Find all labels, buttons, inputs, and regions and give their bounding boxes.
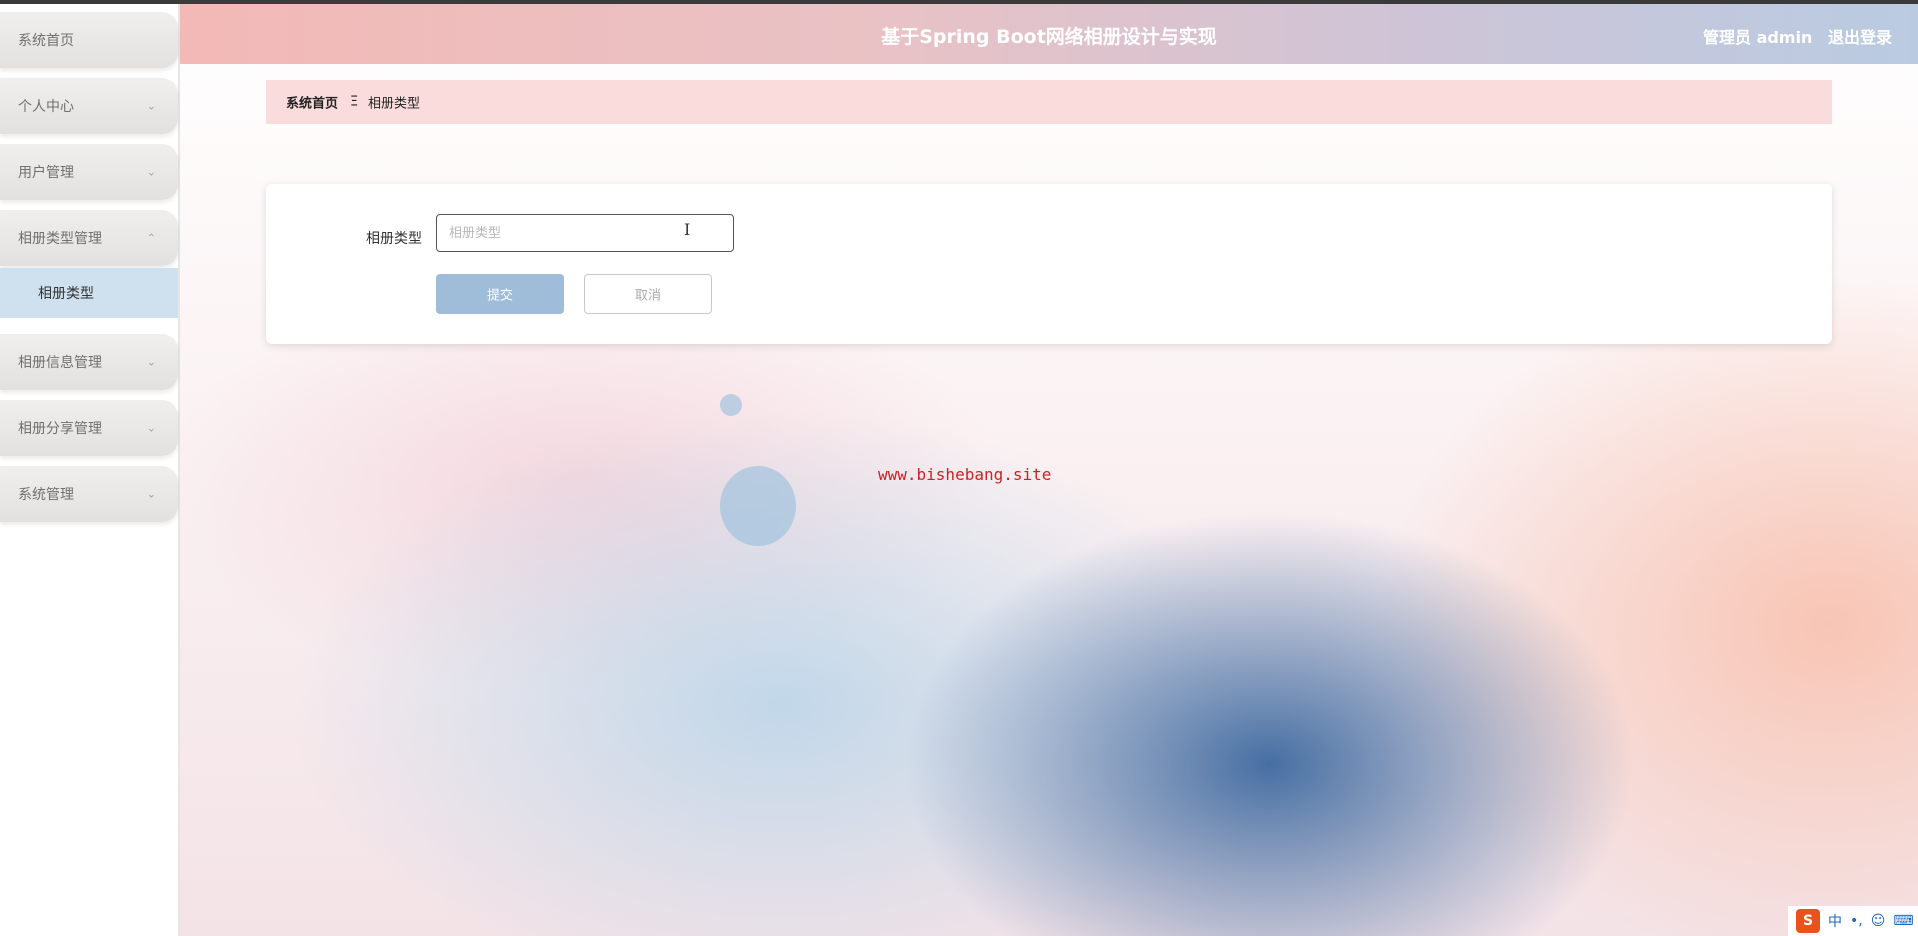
chevron-up-icon: ⌃ xyxy=(146,231,156,245)
sidebar-item-personal-center[interactable]: 个人中心 ⌄ xyxy=(0,78,178,134)
sidebar-subitem-album-type[interactable]: 相册类型 xyxy=(0,268,178,318)
submit-button[interactable]: 提交 xyxy=(436,274,564,314)
sidebar-item-album-info-management[interactable]: 相册信息管理 ⌄ xyxy=(0,334,178,390)
sidebar-item-label: 系统首页 xyxy=(18,33,74,49)
sidebar-item-label: 相册信息管理 xyxy=(18,355,102,371)
sidebar-item-label: 系统管理 xyxy=(18,487,74,503)
admin-user-label: 管理员 admin xyxy=(1703,28,1813,47)
breadcrumb-separator-icon: Ξ xyxy=(350,94,359,110)
breadcrumb-current: 相册类型 xyxy=(368,96,421,112)
header-user-area: 管理员 admin 退出登录 xyxy=(1693,24,1892,48)
sidebar-item-album-type-management[interactable]: 相册类型管理 ⌃ xyxy=(0,210,178,266)
ime-mode-label[interactable]: 中 xyxy=(1828,911,1842,931)
sidebar-subitem-label: 相册类型 xyxy=(38,286,94,302)
background-ink-blob xyxy=(720,466,796,546)
chevron-down-icon: ⌄ xyxy=(146,355,156,369)
sidebar-item-label: 相册分享管理 xyxy=(18,421,102,437)
breadcrumb: 系统首页 Ξ 相册类型 xyxy=(266,80,1832,124)
sidebar-item-label: 个人中心 xyxy=(18,99,74,115)
background-ink-dot xyxy=(720,394,742,416)
logout-link[interactable]: 退出登录 xyxy=(1828,28,1892,47)
header-bar: 基于Spring Boot网络相册设计与实现 管理员 admin 退出登录 xyxy=(180,4,1918,64)
chevron-down-icon: ⌄ xyxy=(146,421,156,435)
cancel-button[interactable]: 取消 xyxy=(584,274,712,314)
breadcrumb-home-link[interactable]: 系统首页 xyxy=(286,93,338,112)
punctuation-icon[interactable]: •, xyxy=(1850,913,1863,929)
keyboard-icon[interactable]: ⌨ xyxy=(1893,913,1913,929)
album-type-field-label: 相册类型 xyxy=(366,231,422,247)
app-title: 基于Spring Boot网络相册设计与实现 xyxy=(881,26,1217,48)
sidebar-item-system-management[interactable]: 系统管理 ⌄ xyxy=(0,466,178,522)
sidebar-item-home[interactable]: 系统首页 xyxy=(0,12,178,68)
submit-button-label: 提交 xyxy=(486,287,513,303)
chevron-down-icon: ⌄ xyxy=(146,487,156,501)
chevron-down-icon: ⌄ xyxy=(146,99,156,113)
chevron-down-icon: ⌄ xyxy=(146,165,156,179)
emoji-icon[interactable]: ☺ xyxy=(1871,913,1886,929)
sidebar-item-label: 用户管理 xyxy=(18,165,74,181)
site-watermark: www.bishebang.site xyxy=(878,465,1052,484)
album-type-form-card: 相册类型 I 提交 取消 xyxy=(266,184,1832,344)
sidebar-item-album-share-management[interactable]: 相册分享管理 ⌄ xyxy=(0,400,178,456)
text-cursor-icon: I xyxy=(684,220,691,239)
main-content: 基于Spring Boot网络相册设计与实现 管理员 admin 退出登录 系统… xyxy=(180,4,1918,936)
sidebar-item-label: 相册类型管理 xyxy=(18,231,102,247)
sidebar: 系统首页 个人中心 ⌄ 用户管理 ⌄ 相册类型管理 ⌃ 相册类型 相册信息管理 … xyxy=(0,4,180,936)
sidebar-item-user-management[interactable]: 用户管理 ⌄ xyxy=(0,144,178,200)
sogou-ime-logo-icon[interactable]: S xyxy=(1796,909,1820,933)
ime-toolbar: S 中 •, ☺ ⌨ xyxy=(1788,906,1918,936)
cancel-button-label: 取消 xyxy=(634,287,661,303)
